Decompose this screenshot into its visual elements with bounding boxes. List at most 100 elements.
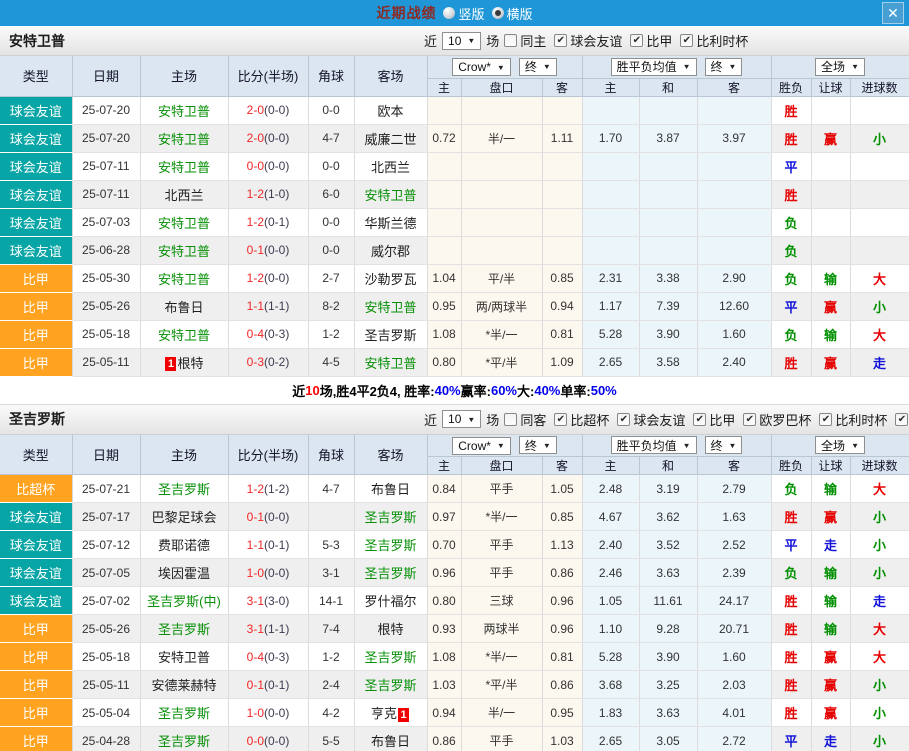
avg-stage-select[interactable]: 终▼ <box>705 436 743 454</box>
away-team-name: 圣吉罗斯 <box>364 678 416 693</box>
recent-games-select[interactable]: 10▼ <box>442 410 481 428</box>
match-row: 比甲25-05-18安特卫普0-4(0-3)1-2圣吉罗斯1.08*半/一0.8… <box>0 320 909 348</box>
home-team-name: 安特卫普 <box>158 650 210 665</box>
avg-draw-cell: 7.39 <box>639 292 697 320</box>
filter-label: 欧罗巴杯 <box>759 410 811 429</box>
avg-stage-select[interactable]: 终▼ <box>705 58 743 76</box>
away-team-cell: 安特卫普 <box>354 180 427 208</box>
away-team-cell: 亨克1 <box>354 699 427 727</box>
section-header-home-team: 安特卫普 近10▼场同主✔球会友谊✔比甲✔比利时杯 <box>0 26 909 56</box>
avg-home-cell <box>582 208 639 236</box>
filter-checkbox-unchecked[interactable] <box>504 34 517 47</box>
away-team-name: 圣吉罗斯 <box>364 538 416 553</box>
odds-company-select[interactable]: Crow*▼ <box>452 58 511 76</box>
halftime-score: (0-0) <box>264 566 289 580</box>
home-team-cell: 圣吉罗斯 <box>140 727 228 751</box>
filter-checkbox-checked[interactable]: ✔ <box>554 413 567 426</box>
corner-cell: 4-5 <box>308 348 354 376</box>
date-cell: 25-05-30 <box>72 264 140 292</box>
home-team-cell: 安德莱赫特 <box>140 671 228 699</box>
avg-home-cell <box>582 236 639 264</box>
away-odds-cell <box>542 180 582 208</box>
home-odds-cell: 0.94 <box>427 699 461 727</box>
avg-away-cell <box>697 236 771 264</box>
away-team-name: 布鲁日 <box>371 482 410 497</box>
fulltime-score: 2-0 <box>247 103 264 117</box>
fulltime-score: 0-3 <box>247 355 264 369</box>
scope-select[interactable]: 全场▼ <box>815 436 865 454</box>
filter-checkbox-unchecked[interactable] <box>504 413 517 426</box>
goals-result-cell: 大 <box>850 320 909 348</box>
away-team-name: 罗什福尔 <box>364 594 416 609</box>
away-team-cell: 威廉二世 <box>354 124 427 152</box>
fulltime-score: 1-0 <box>247 706 264 720</box>
home-team-name: 根特 <box>177 356 203 371</box>
close-icon[interactable]: ✕ <box>882 2 904 24</box>
filter-checkbox-checked[interactable]: ✔ <box>895 413 908 426</box>
layout-horizontal-radio[interactable]: 横版 <box>492 4 533 23</box>
odds-stage-select[interactable]: 终▼ <box>519 436 557 454</box>
match-row: 比甲25-05-11安德莱赫特0-1(0-1)2-4圣吉罗斯1.03*平/半0.… <box>0 671 909 699</box>
avg-away-cell: 1.60 <box>697 320 771 348</box>
filter-checkbox-checked[interactable]: ✔ <box>630 34 643 47</box>
league-type-cell: 比甲 <box>0 671 72 699</box>
summary-segment: 60% <box>491 383 517 398</box>
filter-checkbox-checked[interactable]: ✔ <box>743 413 756 426</box>
recent-games-select[interactable]: 10▼ <box>442 32 481 50</box>
home-odds-cell: 0.80 <box>427 587 461 615</box>
chevron-down-icon: ▼ <box>729 63 737 71</box>
avg-home-cell: 5.28 <box>582 643 639 671</box>
filter-checkbox-checked[interactable]: ✔ <box>680 34 693 47</box>
corner-cell: 0-0 <box>308 208 354 236</box>
red-card-badge: 1 <box>165 357 176 371</box>
away-team-cell: 圣吉罗斯 <box>354 643 427 671</box>
match-row: 球会友谊25-07-20安特卫普2-0(0-0)0-0欧本胜 <box>0 96 909 124</box>
goals-result-cell: 小 <box>850 124 909 152</box>
away-team-cell: 布鲁日 <box>354 475 427 503</box>
scope-value: 全场 <box>821 58 845 75</box>
avg-home-cell <box>582 152 639 180</box>
away-odds-cell <box>542 96 582 124</box>
avg-home-cell: 2.48 <box>582 475 639 503</box>
away-odds-cell: 0.85 <box>542 503 582 531</box>
date-cell: 25-07-21 <box>72 475 140 503</box>
col-result: 胜负 <box>771 457 811 475</box>
filter-checkbox-checked[interactable]: ✔ <box>819 413 832 426</box>
result-cell: 胜 <box>771 699 811 727</box>
goals-result-cell <box>850 96 909 124</box>
recent-games-value: 10 <box>448 34 461 48</box>
filter-checkbox-checked[interactable]: ✔ <box>554 34 567 47</box>
away-odds-cell <box>542 236 582 264</box>
away-odds-cell <box>542 208 582 236</box>
layout-vertical-radio[interactable]: 竖版 <box>443 4 484 23</box>
score-cell: 0-1(0-0) <box>228 503 308 531</box>
avg-away-cell <box>697 180 771 208</box>
result-cell: 平 <box>771 152 811 180</box>
away-odds-cell: 0.81 <box>542 643 582 671</box>
scope-select[interactable]: 全场▼ <box>815 58 865 76</box>
halftime-score: (0-3) <box>264 650 289 664</box>
avg-type-select[interactable]: 胜平负均值▼ <box>611 436 697 454</box>
odds-stage-select[interactable]: 终▼ <box>519 58 557 76</box>
score-cell: 0-3(0-2) <box>228 348 308 376</box>
home-odds-cell: 0.93 <box>427 615 461 643</box>
score-cell: 3-1(3-0) <box>228 587 308 615</box>
home-team-cell: 圣吉罗斯(中) <box>140 587 228 615</box>
date-cell: 25-04-28 <box>72 727 140 751</box>
home-team-name: 圣吉罗斯 <box>158 482 210 497</box>
date-cell: 25-05-18 <box>72 643 140 671</box>
avg-type-select[interactable]: 胜平负均值▼ <box>611 58 697 76</box>
summary-segment: 大: <box>517 381 534 400</box>
avg-away-cell: 2.52 <box>697 531 771 559</box>
result-cell: 胜 <box>771 124 811 152</box>
away-team-cell: 圣吉罗斯 <box>354 531 427 559</box>
filter-checkbox-checked[interactable]: ✔ <box>617 413 630 426</box>
odds-company-select[interactable]: Crow*▼ <box>452 437 511 455</box>
filter-checkbox-checked[interactable]: ✔ <box>693 413 706 426</box>
halftime-score: (0-3) <box>264 327 289 341</box>
away-team-cell: 圣吉罗斯 <box>354 503 427 531</box>
result-cell: 胜 <box>771 671 811 699</box>
score-cell: 0-4(0-3) <box>228 320 308 348</box>
scope-value: 全场 <box>821 437 845 454</box>
away-odds-cell: 0.95 <box>542 699 582 727</box>
